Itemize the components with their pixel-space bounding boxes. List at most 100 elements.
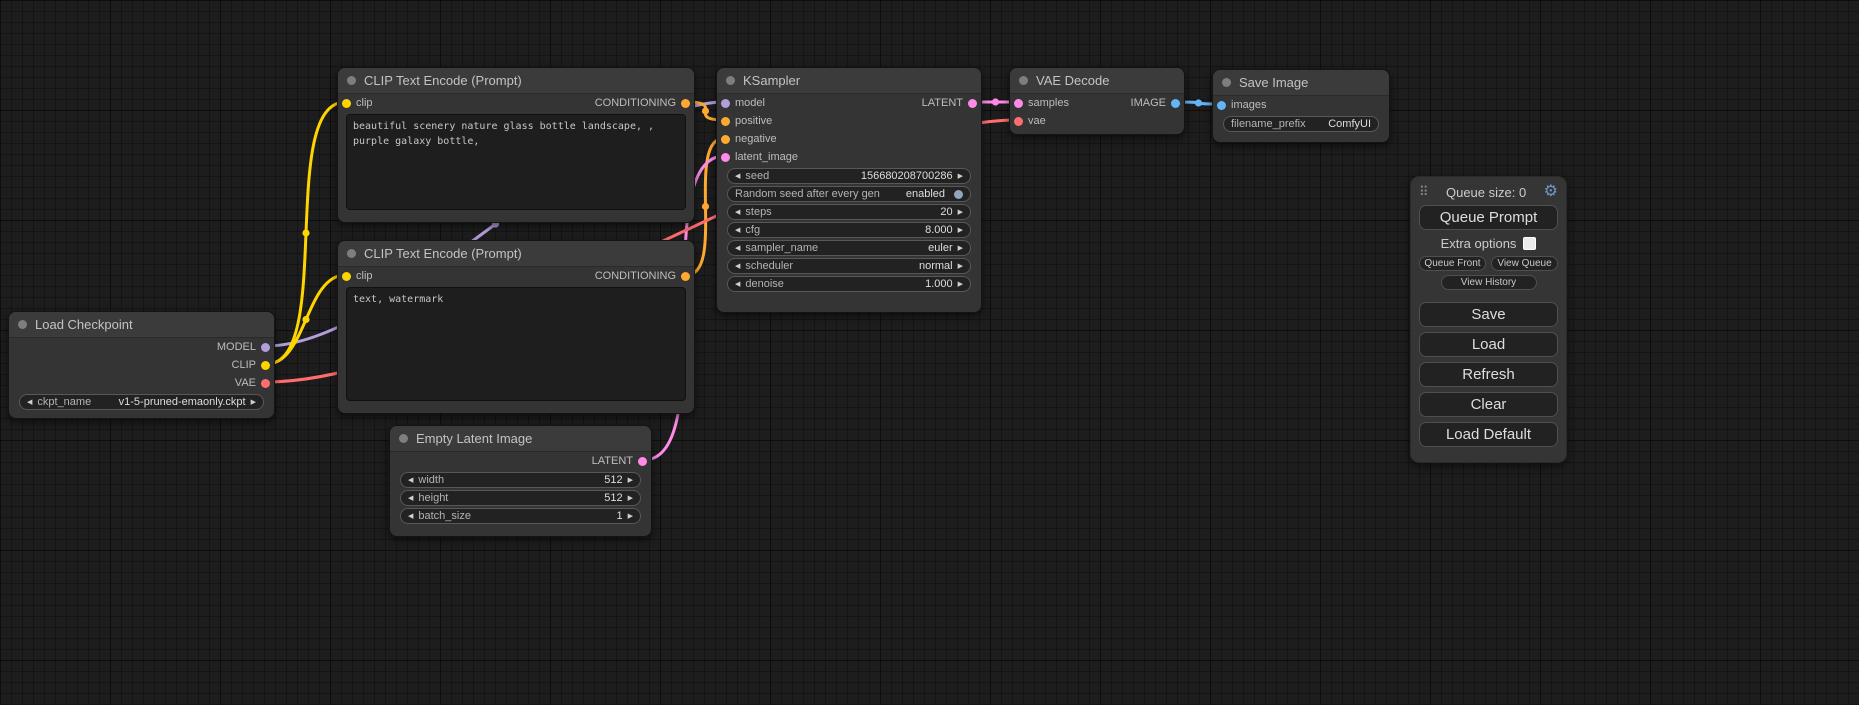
steps-widget[interactable]: ◀ steps 20 ▶	[727, 204, 971, 220]
queue-front-button[interactable]: Queue Front	[1419, 256, 1486, 271]
node-title-bar[interactable]: CLIP Text Encode (Prompt)	[338, 241, 694, 267]
filename-prefix-widget[interactable]: filename_prefix ComfyUI	[1223, 116, 1379, 132]
output-port-clip[interactable]: CLIP	[232, 359, 270, 371]
increment-arrow-icon[interactable]: ▶	[958, 245, 963, 252]
input-port-positive[interactable]: positive	[721, 115, 772, 127]
model-port-dot[interactable]	[721, 99, 730, 108]
decrement-arrow-icon[interactable]: ◀	[408, 513, 413, 520]
input-port-clip[interactable]: clip	[342, 97, 373, 109]
queue-prompt-button[interactable]: Queue Prompt	[1419, 205, 1558, 230]
width-widget[interactable]: ◀ width 512 ▶	[400, 472, 641, 488]
vae-port-dot[interactable]	[1014, 117, 1023, 126]
extra-options-checkbox[interactable]	[1523, 237, 1536, 250]
save-button[interactable]: Save	[1419, 302, 1558, 327]
view-history-button[interactable]: View History	[1441, 275, 1537, 290]
conditioning-port-dot[interactable]	[721, 117, 730, 126]
input-port-latent-image[interactable]: latent_image	[721, 151, 798, 163]
scheduler-widget[interactable]: ◀ scheduler normal ▶	[727, 258, 971, 274]
drag-handle-icon[interactable]: ⠿	[1419, 184, 1429, 200]
output-port-image[interactable]: IMAGE	[1131, 97, 1180, 109]
load-default-button[interactable]: Load Default	[1419, 422, 1558, 447]
random-seed-toggle-widget[interactable]: Random seed after every gen enabled	[727, 186, 971, 202]
image-port-dot[interactable]	[1217, 101, 1226, 110]
node-vae-decode[interactable]: VAE Decode samples IMAGE vae	[1009, 67, 1185, 135]
increment-arrow-icon[interactable]: ▶	[958, 173, 963, 180]
collapse-dot[interactable]	[1019, 76, 1028, 85]
collapse-dot[interactable]	[18, 320, 27, 329]
node-empty-latent-image[interactable]: Empty Latent Image LATENT ◀ width 512 ▶ …	[389, 425, 652, 537]
collapse-dot[interactable]	[1222, 78, 1231, 87]
clip-port-dot[interactable]	[342, 272, 351, 281]
increment-arrow-icon[interactable]: ▶	[628, 477, 633, 484]
prompt-text-input[interactable]: beautiful scenery nature glass bottle la…	[346, 114, 686, 210]
increment-arrow-icon[interactable]: ▶	[958, 263, 963, 270]
decrement-arrow-icon[interactable]: ◀	[735, 245, 740, 252]
clear-button[interactable]: Clear	[1419, 392, 1558, 417]
height-widget[interactable]: ◀ height 512 ▶	[400, 490, 641, 506]
collapse-dot[interactable]	[347, 76, 356, 85]
collapse-dot[interactable]	[347, 249, 356, 258]
latent-port-dot[interactable]	[1014, 99, 1023, 108]
denoise-widget[interactable]: ◀ denoise 1.000 ▶	[727, 276, 971, 292]
increment-arrow-icon[interactable]: ▶	[628, 513, 633, 520]
input-port-vae[interactable]: vae	[1014, 115, 1046, 127]
decrement-arrow-icon[interactable]: ◀	[27, 399, 32, 406]
node-save-image[interactable]: Save Image images filename_prefix ComfyU…	[1212, 69, 1390, 143]
output-port-model[interactable]: MODEL	[217, 341, 270, 353]
prompt-text-input[interactable]: text, watermark	[346, 287, 686, 401]
cfg-widget[interactable]: ◀ cfg 8.000 ▶	[727, 222, 971, 238]
collapse-dot[interactable]	[399, 434, 408, 443]
node-title-bar[interactable]: KSampler	[717, 68, 981, 94]
node-title-bar[interactable]: Empty Latent Image	[390, 426, 651, 452]
clip-port-dot[interactable]	[342, 99, 351, 108]
node-canvas[interactable]: Load Checkpoint MODEL CLIP VAE ◀ ckpt_na…	[0, 0, 1859, 705]
decrement-arrow-icon[interactable]: ◀	[408, 477, 413, 484]
refresh-button[interactable]: Refresh	[1419, 362, 1558, 387]
decrement-arrow-icon[interactable]: ◀	[735, 263, 740, 270]
conditioning-port-dot[interactable]	[721, 135, 730, 144]
decrement-arrow-icon[interactable]: ◀	[408, 495, 413, 502]
conditioning-port-dot[interactable]	[681, 99, 690, 108]
latent-port-dot[interactable]	[968, 99, 977, 108]
node-clip-text-encode-negative[interactable]: CLIP Text Encode (Prompt) clip CONDITION…	[337, 240, 695, 414]
decrement-arrow-icon[interactable]: ◀	[735, 209, 740, 216]
input-port-model[interactable]: model	[721, 97, 765, 109]
input-port-samples[interactable]: samples	[1014, 97, 1069, 109]
load-button[interactable]: Load	[1419, 332, 1558, 357]
node-clip-text-encode-positive[interactable]: CLIP Text Encode (Prompt) clip CONDITION…	[337, 67, 695, 223]
input-port-negative[interactable]: negative	[721, 133, 777, 145]
latent-port-dot[interactable]	[721, 153, 730, 162]
output-port-conditioning[interactable]: CONDITIONING	[595, 97, 690, 109]
sampler-name-widget[interactable]: ◀ sampler_name euler ▶	[727, 240, 971, 256]
input-port-clip[interactable]: clip	[342, 270, 373, 282]
collapse-dot[interactable]	[726, 76, 735, 85]
decrement-arrow-icon[interactable]: ◀	[735, 227, 740, 234]
batch-size-widget[interactable]: ◀ batch_size 1 ▶	[400, 508, 641, 524]
increment-arrow-icon[interactable]: ▶	[958, 281, 963, 288]
decrement-arrow-icon[interactable]: ◀	[735, 173, 740, 180]
increment-arrow-icon[interactable]: ▶	[628, 495, 633, 502]
view-queue-button[interactable]: View Queue	[1491, 256, 1558, 271]
increment-arrow-icon[interactable]: ▶	[958, 209, 963, 216]
output-port-latent[interactable]: LATENT	[592, 455, 647, 467]
seed-widget[interactable]: ◀ seed 156680208700286 ▶	[727, 168, 971, 184]
model-port-dot[interactable]	[261, 343, 270, 352]
toggle-knob[interactable]	[954, 190, 963, 199]
output-port-vae[interactable]: VAE	[235, 377, 270, 389]
node-title-bar[interactable]: Save Image	[1213, 70, 1389, 96]
node-ksampler[interactable]: KSampler model LATENT positive negative	[716, 67, 982, 313]
node-title-bar[interactable]: Load Checkpoint	[9, 312, 274, 338]
decrement-arrow-icon[interactable]: ◀	[735, 281, 740, 288]
latent-port-dot[interactable]	[638, 457, 647, 466]
output-port-latent[interactable]: LATENT	[922, 97, 977, 109]
node-title-bar[interactable]: VAE Decode	[1010, 68, 1184, 94]
node-load-checkpoint[interactable]: Load Checkpoint MODEL CLIP VAE ◀ ckpt_na…	[8, 311, 275, 419]
increment-arrow-icon[interactable]: ▶	[251, 399, 256, 406]
node-title-bar[interactable]: CLIP Text Encode (Prompt)	[338, 68, 694, 94]
output-port-conditioning[interactable]: CONDITIONING	[595, 270, 690, 282]
image-port-dot[interactable]	[1171, 99, 1180, 108]
input-port-images[interactable]: images	[1217, 99, 1266, 111]
increment-arrow-icon[interactable]: ▶	[958, 227, 963, 234]
conditioning-port-dot[interactable]	[681, 272, 690, 281]
ckpt-name-widget[interactable]: ◀ ckpt_name v1-5-pruned-emaonly.ckpt ▶	[19, 394, 264, 410]
